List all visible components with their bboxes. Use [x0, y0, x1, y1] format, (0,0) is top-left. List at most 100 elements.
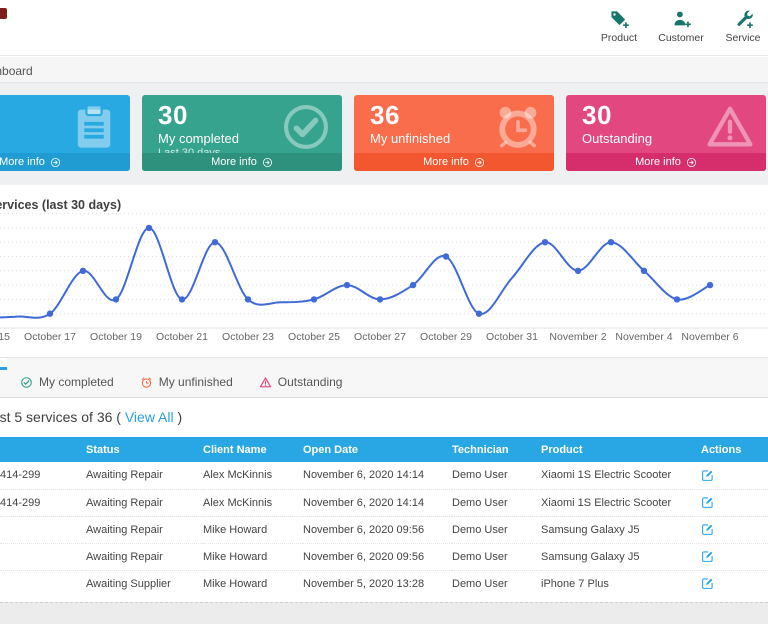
- more-info-label: More info: [635, 156, 681, 168]
- chart-data-point: [542, 239, 548, 245]
- chart-x-tick-label: October 19: [90, 331, 142, 343]
- table-cell: Awaiting Supplier: [86, 570, 203, 597]
- arrow-circle-icon: [686, 157, 697, 168]
- more-info-label: More info: [0, 156, 45, 168]
- stat-value: 30: [158, 100, 188, 131]
- services-heading: Last 5 services of 36 ( View All ): [0, 409, 182, 425]
- table-cell: Mike Howard: [203, 543, 303, 570]
- stat-card-services: More info: [0, 95, 130, 171]
- edit-icon[interactable]: [701, 496, 714, 509]
- edit-icon[interactable]: [701, 469, 714, 482]
- table-cell: Demo User: [452, 570, 541, 597]
- add-service-button[interactable]: Service: [720, 9, 766, 44]
- table-cell: Demo User: [452, 462, 541, 489]
- service-row: Awaiting RepairMike HowardNovember 6, 20…: [0, 516, 768, 543]
- chart-data-point: [674, 296, 680, 302]
- more-info-button[interactable]: More info: [0, 153, 130, 171]
- view-all-link[interactable]: View All: [125, 409, 174, 425]
- chart-data-point: [80, 268, 86, 274]
- chart-x-tick-label: October 17: [24, 331, 76, 343]
- clipboard-icon: [68, 101, 120, 153]
- more-info-button[interactable]: More info: [566, 153, 766, 171]
- chart-data-point: [245, 296, 251, 302]
- col-product: Product: [541, 437, 701, 462]
- actions-cell: [701, 462, 768, 489]
- table-cell: November 6, 2020 09:56: [303, 543, 452, 570]
- alarm-clock-icon: [140, 376, 153, 389]
- chart-data-point: [344, 282, 350, 288]
- actions-cell: [701, 516, 768, 543]
- add-product-label: Product: [601, 32, 637, 44]
- tab-outstanding[interactable]: Outstanding: [259, 375, 343, 389]
- page-footer: [0, 602, 768, 624]
- table-cell: Alex McKinnis: [203, 462, 303, 489]
- col-status: Status: [86, 437, 203, 462]
- tag-plus-icon: [609, 9, 630, 30]
- table-cell: Samsung Galaxy J5: [541, 516, 701, 543]
- table-cell: November 5, 2020 13:28: [303, 570, 452, 597]
- edit-icon[interactable]: [701, 550, 714, 563]
- tabs-row: My completed My unfinished Outstanding: [20, 358, 342, 397]
- stat-label: My completed: [158, 131, 239, 146]
- col-open-date: Open Date: [303, 437, 452, 462]
- chart-x-tick-label: October 29: [420, 331, 472, 343]
- chart-data-point: [476, 311, 482, 317]
- active-tab-indicator[interactable]: [0, 358, 7, 370]
- actions-cell: [701, 543, 768, 570]
- edit-icon[interactable]: [701, 523, 714, 536]
- arrow-circle-icon: [262, 157, 273, 168]
- warning-triangle-icon: [704, 101, 756, 153]
- stat-card-my-completed: 30 My completed Last 30 days More info: [142, 95, 342, 171]
- more-info-label: More info: [211, 156, 257, 168]
- chart-title: Services (last 30 days): [0, 198, 121, 212]
- app-logo: [0, 8, 7, 19]
- service-row: Awaiting SupplierMike HowardNovember 5, …: [0, 570, 768, 597]
- tab-label: Outstanding: [278, 375, 343, 389]
- table-cell: November 6, 2020 14:14: [303, 489, 452, 516]
- table-cell: Mike Howard: [203, 570, 303, 597]
- breadcrumb: Dashboard: [0, 64, 33, 78]
- more-info-button[interactable]: More info: [354, 153, 554, 171]
- stat-card-outstanding: 30 Outstanding More info: [566, 95, 766, 171]
- table-cell: [0, 543, 86, 570]
- chart-tab-strip: My completed My unfinished Outstanding: [0, 357, 768, 398]
- table-cell: Demo User: [452, 543, 541, 570]
- chart-x-tick-label: October 15: [0, 331, 10, 343]
- tab-my-unfinished[interactable]: My unfinished: [140, 375, 233, 389]
- check-circle-icon: [280, 101, 332, 153]
- chart-x-tick-label: October 31: [486, 331, 538, 343]
- add-customer-button[interactable]: Customer: [658, 9, 704, 44]
- table-cell: [0, 570, 86, 597]
- chart-data-point: [113, 296, 119, 302]
- check-circle-icon: [20, 376, 33, 389]
- chart-data-point: [707, 282, 713, 288]
- topbar-actions: Product Customer Service: [596, 9, 766, 44]
- warning-triangle-icon: [259, 376, 272, 389]
- table-cell: [0, 516, 86, 543]
- table-cell: Alex McKinnis: [203, 489, 303, 516]
- edit-icon[interactable]: [701, 577, 714, 590]
- table-cell: Xiaomi 1S Electric Scooter: [541, 462, 701, 489]
- table-cell: November 6, 2020 14:14: [303, 462, 452, 489]
- col-client-name: Client Name: [203, 437, 303, 462]
- chart-x-tick-label: November 2: [549, 331, 606, 343]
- service-row: Awaiting RepairMike HowardNovember 6, 20…: [0, 543, 768, 570]
- table-cell: Mike Howard: [203, 516, 303, 543]
- col-actions: Actions: [701, 437, 768, 462]
- chart-data-point: [410, 282, 416, 288]
- table-cell: iPhone 7 Plus: [541, 570, 701, 597]
- service-row: 414-299Awaiting RepairAlex McKinnisNovem…: [0, 462, 768, 489]
- services-table: Status Client Name Open Date Technician …: [0, 437, 768, 597]
- table-header-row: Status Client Name Open Date Technician …: [0, 437, 768, 462]
- table-cell: Demo User: [452, 516, 541, 543]
- tab-my-completed[interactable]: My completed: [20, 375, 114, 389]
- chart-x-tick-label: November 6: [681, 331, 738, 343]
- arrow-circle-icon: [474, 157, 485, 168]
- chart-data-point: [377, 296, 383, 302]
- arrow-circle-icon: [50, 157, 61, 168]
- more-info-button[interactable]: More info: [142, 153, 342, 171]
- chart-data-point: [443, 253, 449, 259]
- add-product-button[interactable]: Product: [596, 9, 642, 44]
- wrench-plus-icon: [733, 9, 754, 30]
- chart-data-point: [575, 268, 581, 274]
